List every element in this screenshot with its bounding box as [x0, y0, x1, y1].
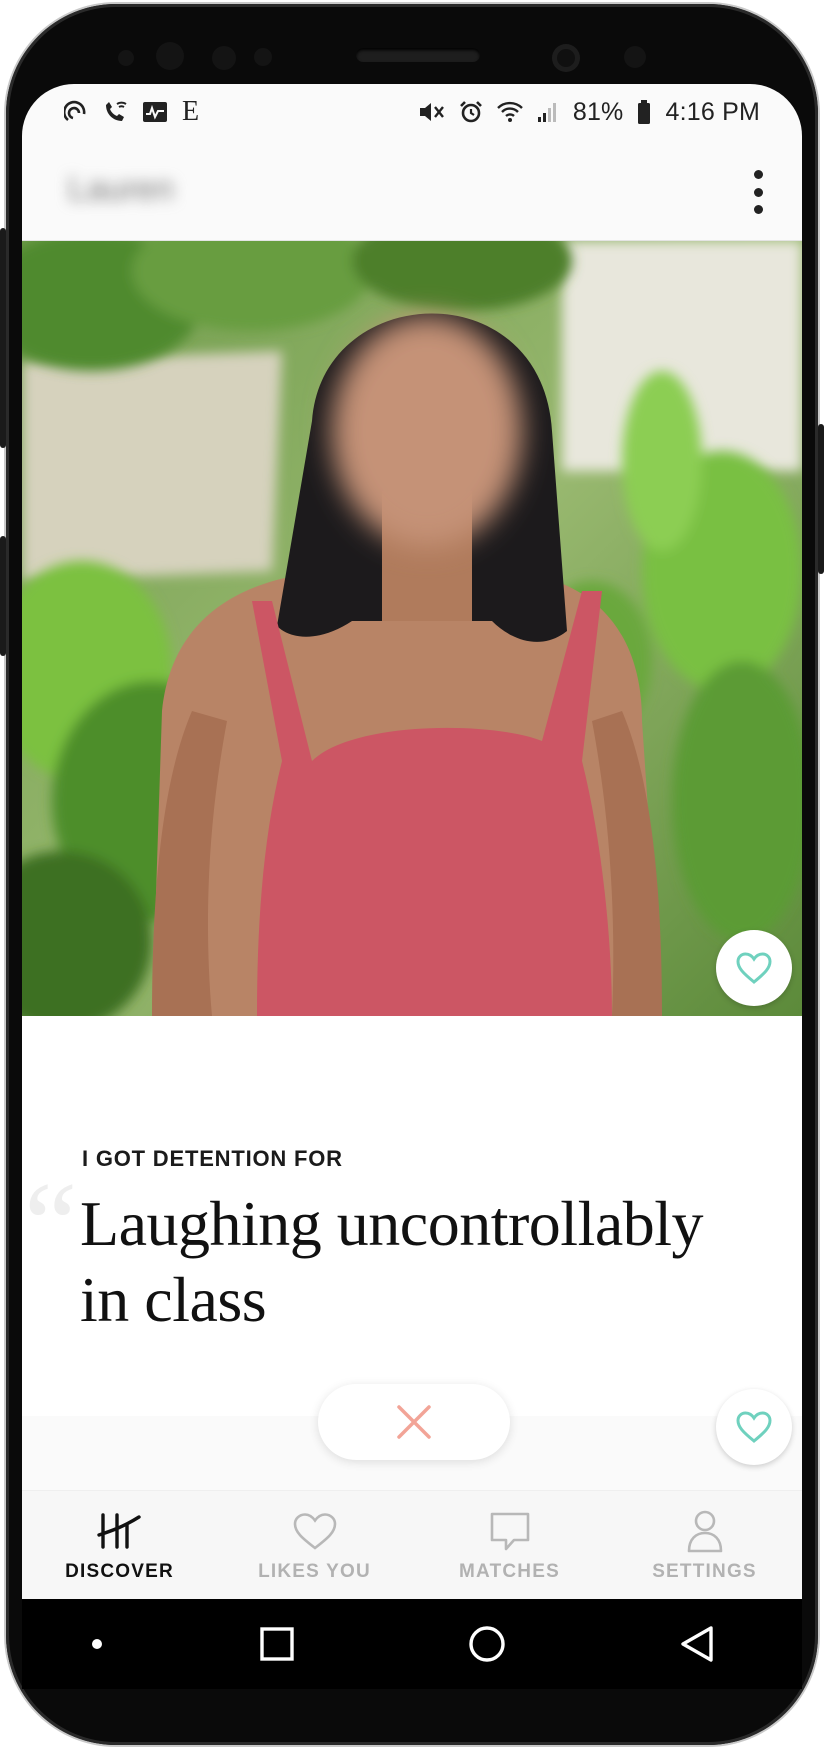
wifi-icon [496, 101, 523, 123]
hinge-notification-icon [64, 100, 88, 124]
status-bar-left: E [64, 96, 199, 128]
tab-label: SETTINGS [652, 1561, 757, 1582]
recents-button[interactable] [227, 1609, 327, 1679]
quote-mark: “ [24, 1157, 78, 1290]
power-button [818, 424, 824, 574]
tab-label: LIKES YOU [258, 1561, 371, 1582]
profile-name: Lauren [68, 170, 174, 208]
heart-icon [736, 952, 772, 984]
status-bar: E 81% 4:16 PM [22, 84, 802, 140]
battery-icon [637, 100, 651, 124]
back-icon [681, 1626, 713, 1662]
prompt-card: “ I GOT DETENTION FOR Laughing uncontrol… [22, 1016, 802, 1416]
app-bar: Lauren [22, 140, 802, 241]
prompt-answer: Laughing uncontrollably in class [80, 1188, 704, 1335]
front-sensor [624, 46, 646, 68]
profile-photo[interactable] [22, 241, 802, 1016]
wifi-call-icon [102, 100, 128, 124]
e-letter-icon: E [182, 96, 200, 127]
activity-icon [142, 101, 168, 123]
tab-label: MATCHES [459, 1561, 560, 1582]
heart-outline-icon [292, 1509, 338, 1553]
status-bar-right: 81% 4:16 PM [417, 98, 760, 127]
person-icon [685, 1509, 725, 1553]
home-icon [469, 1626, 505, 1662]
volume-button [0, 228, 6, 448]
front-sensor [254, 48, 272, 66]
signal-icon [537, 101, 559, 123]
tab-matches[interactable]: MATCHES [412, 1491, 607, 1599]
system-nav-bar [22, 1599, 802, 1689]
heart-icon [736, 1411, 772, 1443]
hinge-logo-icon [96, 1509, 143, 1553]
battery-percent: 81% [572, 97, 624, 126]
home-button[interactable] [437, 1609, 537, 1679]
more-vertical-icon[interactable] [748, 170, 768, 214]
front-sensor [118, 50, 134, 66]
like-answer-button[interactable] [716, 1389, 792, 1465]
bixby-button [0, 536, 6, 656]
recents-icon [260, 1627, 294, 1661]
mute-vibrate-icon [417, 100, 445, 124]
like-photo-button[interactable] [716, 930, 792, 1006]
earpiece [356, 48, 480, 62]
front-camera [552, 44, 580, 72]
bottom-tab-bar: DISCOVER LIKES YOU MATCHES SETTINGS [22, 1490, 802, 1599]
chat-bubble-icon [488, 1509, 532, 1553]
skip-button[interactable] [318, 1384, 510, 1460]
tab-settings[interactable]: SETTINGS [607, 1491, 802, 1599]
back-button[interactable] [647, 1609, 747, 1679]
prompt-label: I GOT DETENTION FOR [82, 1146, 343, 1171]
status-time: 4:16 PM [665, 97, 760, 126]
tab-discover[interactable]: DISCOVER [22, 1491, 217, 1599]
screen: E 81% 4:16 PM Lauren “ I GOT DETENTION F… [22, 84, 802, 1599]
front-sensor [212, 46, 236, 70]
alarm-icon [459, 100, 483, 124]
front-sensor [156, 42, 184, 70]
tab-likes-you[interactable]: LIKES YOU [217, 1491, 412, 1599]
close-icon [397, 1405, 431, 1439]
tab-label: DISCOVER [65, 1561, 174, 1582]
nav-dot [77, 1609, 117, 1679]
